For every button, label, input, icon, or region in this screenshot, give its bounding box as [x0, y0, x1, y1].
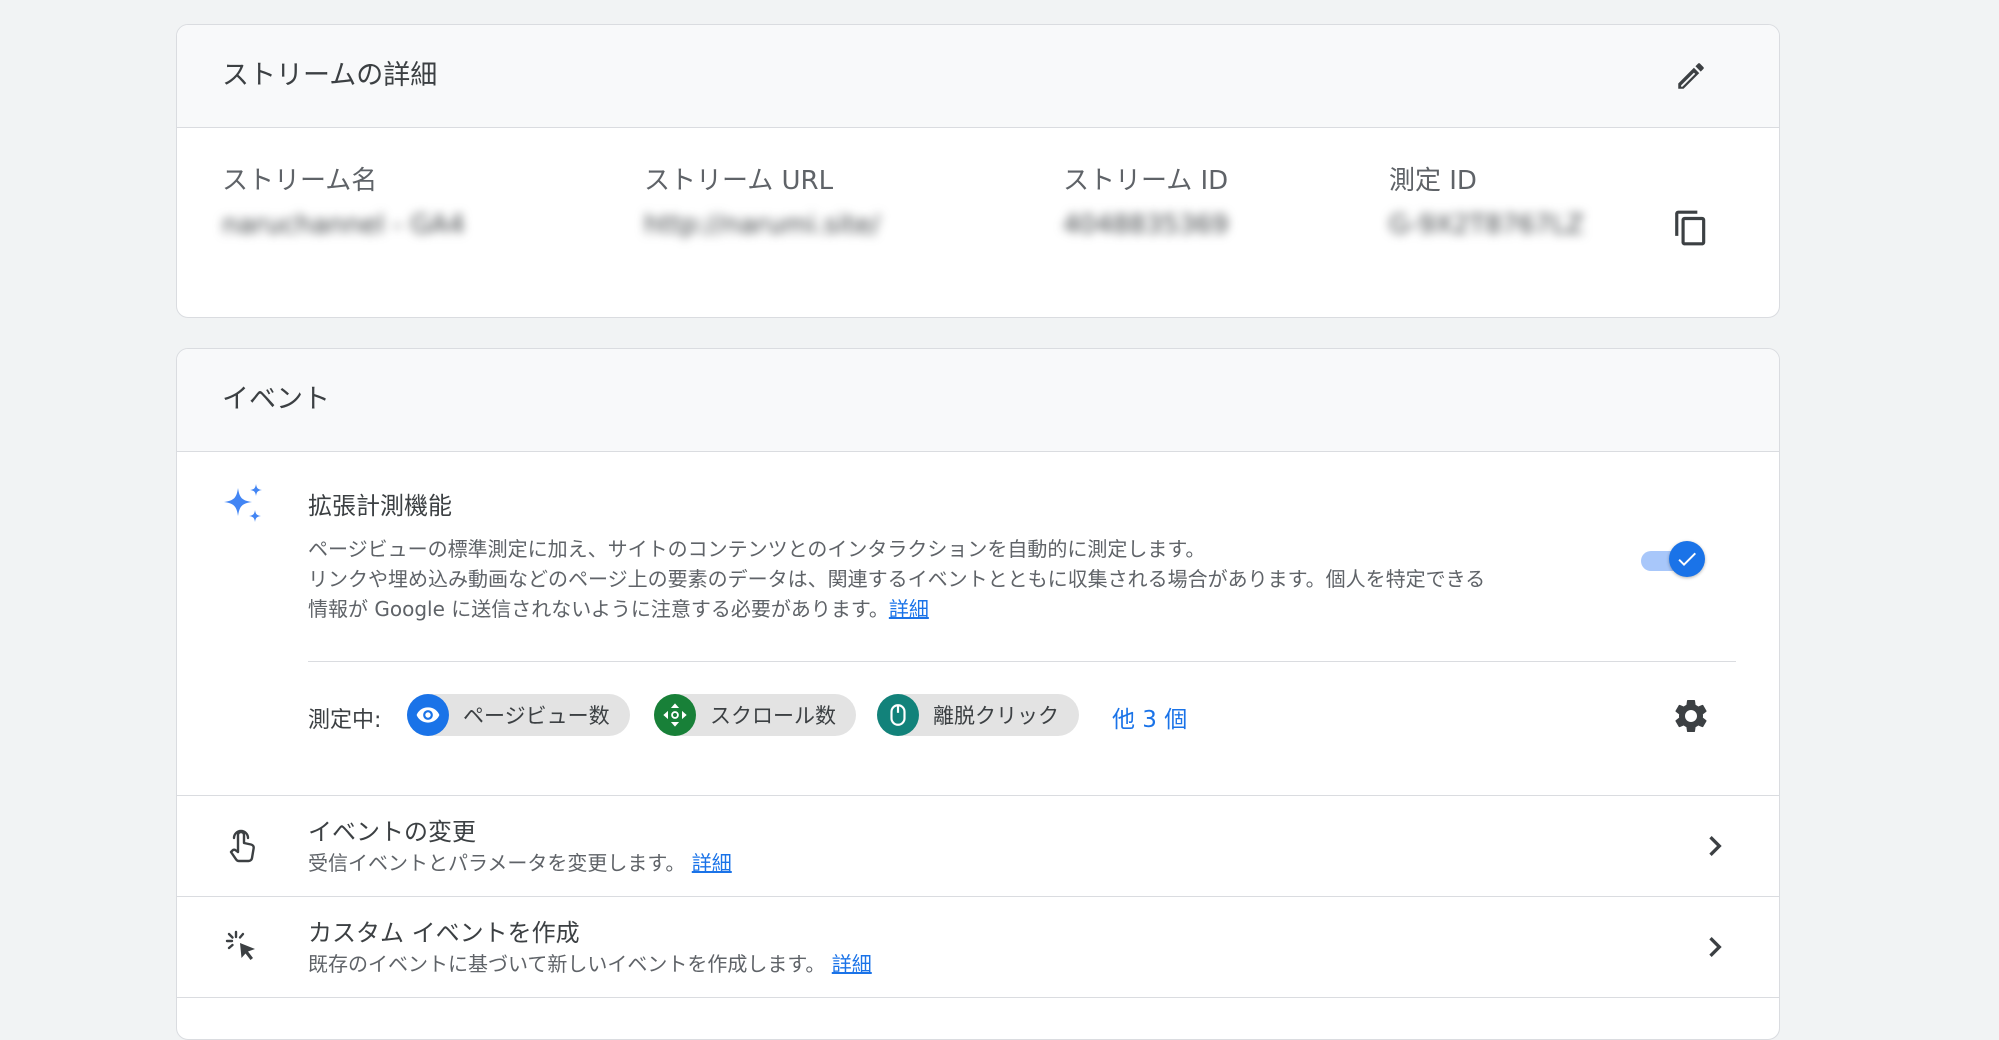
stream-name-label: ストリーム名 [222, 166, 378, 196]
stream-url-value: http://narumi.site/ [644, 210, 880, 240]
chip-outbound-clicks[interactable]: 離脱クリック [877, 694, 1079, 736]
enhanced-measurement-desc-3: 情報が Google に送信されないように注意する必要があります。詳細 [308, 594, 929, 624]
edit-button[interactable] [1667, 52, 1715, 100]
events-card: イベント 拡張計測機能 ページビューの標準測定に加え、サイトのコンテンツとのイン… [176, 348, 1780, 1040]
create-custom-event-title: カスタム イベントを作成 [308, 919, 580, 947]
chip-label-scrolls: スクロール数 [710, 704, 836, 728]
chip-icon-wrap [877, 694, 919, 736]
enhanced-measurement-settings-button[interactable] [1667, 692, 1715, 740]
divider [308, 661, 1736, 662]
stream-id-value: 4048835369 [1063, 210, 1229, 240]
pencil-icon [1678, 63, 1704, 89]
create-custom-event-desc: 既存のイベントに基づいて新しいイベントを作成します。 詳細 [308, 949, 872, 979]
modify-events-row[interactable]: イベントの変更 受信イベントとパラメータを変更します。 詳細 [177, 795, 1779, 896]
create-custom-event-learn-more-link[interactable]: 詳細 [832, 952, 872, 976]
chevron-right-icon [1709, 836, 1722, 856]
modify-events-desc: 受信イベントとパラメータを変更します。 詳細 [308, 848, 732, 878]
cursor-click-icon [225, 930, 255, 960]
enhanced-measurement-title: 拡張計測機能 [308, 492, 452, 520]
events-title: イベント [222, 384, 330, 415]
stream-details-body: ストリーム名 naruchannel - GA4 ストリーム URL http:… [177, 128, 1779, 316]
sparkle-icon [224, 484, 262, 522]
mouse-icon [890, 704, 906, 726]
chip-scrolls[interactable]: スクロール数 [654, 694, 856, 736]
stream-details-card: ストリームの詳細 ストリーム名 naruchannel - GA4 ストリーム … [176, 24, 1780, 318]
touch-hand-icon [229, 829, 255, 863]
enhanced-measurement-toggle[interactable] [1633, 537, 1705, 581]
gear-icon [1675, 700, 1707, 732]
measuring-label: 測定中: [308, 708, 382, 733]
enhanced-measurement-learn-more-link[interactable]: 詳細 [889, 597, 929, 621]
modify-events-title: イベントの変更 [308, 818, 476, 846]
stream-details-header: ストリームの詳細 [177, 25, 1779, 128]
chip-icon-wrap [407, 694, 449, 736]
more-events-link[interactable]: 他 3 個 [1112, 700, 1187, 734]
enhanced-measurement-section: 拡張計測機能 ページビューの標準測定に加え、サイトのコンテンツとのインタラクショ… [177, 452, 1779, 794]
stream-url-label: ストリーム URL [644, 166, 834, 196]
enhanced-measurement-desc-3-text: 情報が Google に送信されないように注意する必要があります。 [308, 597, 889, 621]
chip-label-outbound-clicks: 離脱クリック [933, 704, 1059, 728]
stream-id-label: ストリーム ID [1063, 166, 1229, 196]
next-row-divider [177, 997, 1779, 998]
events-header: イベント [177, 349, 1779, 452]
enhanced-measurement-desc-1: ページビューの標準測定に加え、サイトのコンテンツとのインタラクションを自動的に測… [308, 537, 1206, 561]
chip-icon-wrap [654, 694, 696, 736]
copy-icon [1675, 210, 1706, 246]
create-custom-event-desc-text: 既存のイベントに基づいて新しいイベントを作成します。 [308, 952, 826, 976]
chevron-right-icon [1709, 937, 1722, 957]
check-icon [1678, 552, 1696, 566]
chip-page-views[interactable]: ページビュー数 [407, 694, 630, 736]
toggle-thumb [1669, 541, 1705, 577]
eye-icon [416, 707, 440, 723]
copy-button[interactable] [1667, 204, 1715, 252]
measurement-id-value[interactable]: G-9X2T8767LZ [1389, 210, 1584, 240]
modify-events-desc-text: 受信イベントとパラメータを変更します。 [308, 851, 686, 875]
chip-label-page-views: ページビュー数 [463, 704, 610, 728]
scroll-arrows-icon [663, 703, 687, 727]
stream-name-value: naruchannel - GA4 [222, 210, 465, 240]
measurement-id-label: 測定 ID [1389, 166, 1477, 196]
enhanced-measurement-desc-2: リンクや埋め込み動画などのページ上の要素のデータは、関連するイベントとともに収集… [308, 567, 1486, 591]
modify-events-learn-more-link[interactable]: 詳細 [692, 851, 732, 875]
create-custom-event-row[interactable]: カスタム イベントを作成 既存のイベントに基づいて新しいイベントを作成します。 … [177, 896, 1779, 997]
stream-details-title: ストリームの詳細 [222, 60, 438, 91]
